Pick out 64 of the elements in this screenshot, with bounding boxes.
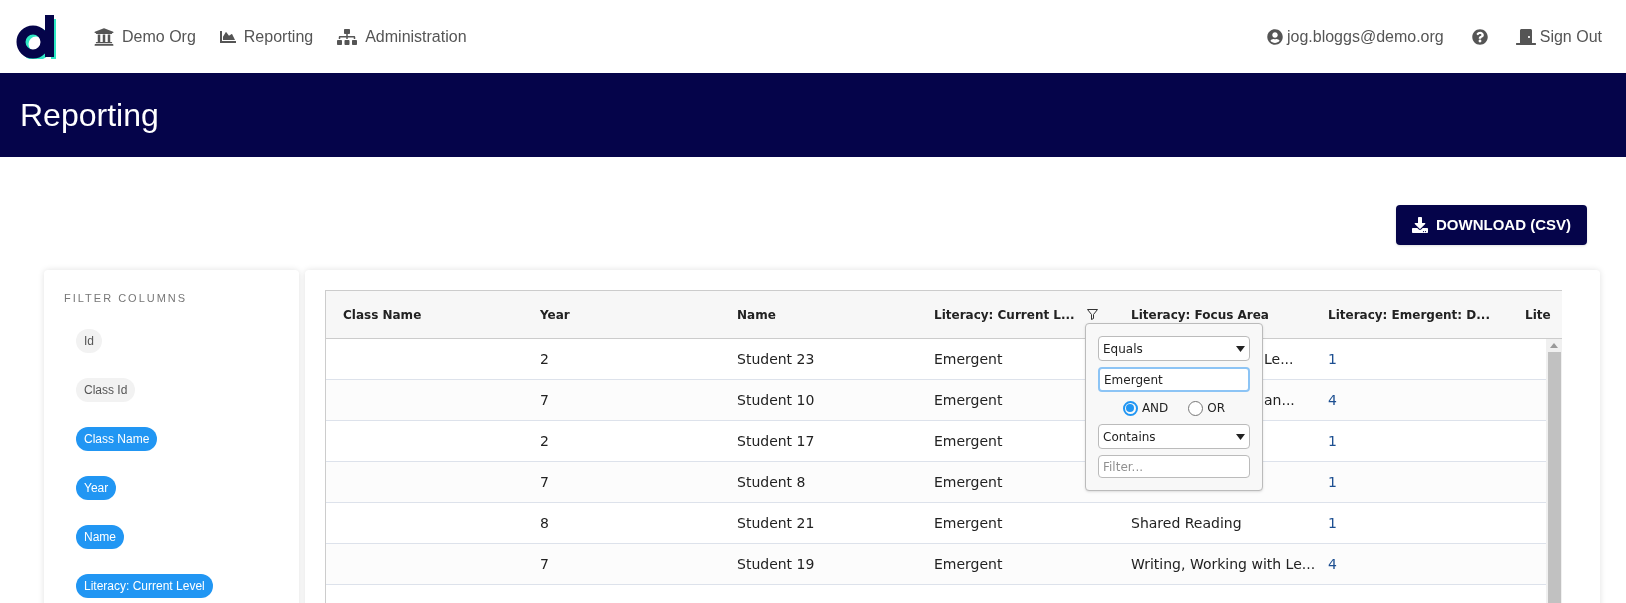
table-cell: Emergent bbox=[934, 555, 1003, 572]
table-cell: Writing, Working with Le... bbox=[1131, 555, 1316, 572]
table-cell: 1 bbox=[1328, 350, 1337, 367]
page-title: Reporting bbox=[20, 96, 159, 135]
caret-icon bbox=[1236, 345, 1245, 352]
filter-field[interactable]: Filter... bbox=[1098, 455, 1250, 478]
help-button[interactable] bbox=[1471, 28, 1488, 45]
sitemap-icon bbox=[337, 26, 358, 47]
column-header[interactable]: Literacy: Focus Area bbox=[1114, 305, 1311, 324]
scrollbar[interactable] bbox=[1546, 339, 1562, 603]
table-cell: 8 bbox=[540, 514, 549, 531]
table-cell: 1 bbox=[1328, 432, 1337, 449]
column-header[interactable]: Literacy: Emergent: D... bbox=[1311, 305, 1508, 324]
filter-icon[interactable] bbox=[1086, 309, 1098, 320]
column-chip[interactable]: Id bbox=[76, 328, 102, 353]
operator-select[interactable]: Contains bbox=[1098, 424, 1250, 449]
join-radio[interactable]: AND bbox=[1122, 399, 1169, 417]
column-header[interactable]: Literacy: Current L... bbox=[917, 305, 1114, 324]
nav-link[interactable]: Demo Org bbox=[94, 24, 196, 49]
filter-title: FILTER COLUMNS bbox=[64, 291, 189, 306]
table-cell: 7 bbox=[540, 391, 549, 408]
nav-link[interactable]: Administration bbox=[337, 24, 467, 49]
building-icon bbox=[94, 26, 114, 47]
table-cell: Student 23 bbox=[737, 350, 815, 367]
column-header[interactable]: Class Name bbox=[326, 305, 523, 324]
nav-link[interactable]: Reporting bbox=[219, 24, 314, 49]
download-button[interactable]: DOWNLOAD (CSV) bbox=[1396, 205, 1587, 245]
user-link[interactable]: jog.bloggs@demo.org bbox=[1266, 24, 1444, 49]
area-chart-icon bbox=[219, 28, 236, 45]
table-cell: Emergent bbox=[934, 391, 1003, 408]
table-cell: Emergent bbox=[934, 432, 1003, 449]
sign-out-link[interactable]: Sign Out bbox=[1515, 24, 1602, 49]
table-cell: an... bbox=[1264, 391, 1295, 408]
table-cell: 1 bbox=[1328, 514, 1337, 531]
table-cell: 4 bbox=[1328, 391, 1337, 408]
logo-icon bbox=[16, 14, 58, 59]
table-cell: Student 10 bbox=[737, 391, 815, 408]
column-chip[interactable]: Class Id bbox=[76, 377, 136, 402]
table-cell: Shared Reading bbox=[1131, 514, 1242, 531]
table-cell: Le... bbox=[1264, 350, 1294, 367]
filter-value-field[interactable]: Emergent bbox=[1098, 367, 1250, 392]
table-cell: Student 8 bbox=[737, 473, 806, 490]
table-cell: 1 bbox=[1328, 473, 1337, 490]
caret-icon bbox=[1236, 433, 1245, 440]
help-icon bbox=[1471, 28, 1488, 45]
download-icon bbox=[1412, 217, 1428, 233]
door-icon bbox=[1515, 26, 1536, 47]
table-cell: Emergent bbox=[934, 514, 1003, 531]
column-header[interactable]: Name bbox=[720, 305, 917, 324]
table-cell: Student 17 bbox=[737, 432, 815, 449]
table-cell: 2 bbox=[540, 432, 549, 449]
table-cell: Emergent bbox=[934, 473, 1003, 490]
column-header[interactable]: Year bbox=[523, 305, 720, 324]
table-cell: Student 19 bbox=[737, 555, 815, 572]
join-radio[interactable]: OR bbox=[1188, 399, 1226, 417]
table-cell: 4 bbox=[1328, 555, 1337, 572]
table-cell: 7 bbox=[540, 473, 549, 490]
table-cell: 7 bbox=[540, 555, 549, 572]
table-cell: 2 bbox=[540, 350, 549, 367]
operator-select[interactable]: Equals bbox=[1098, 336, 1250, 361]
table-cell: Student 21 bbox=[737, 514, 815, 531]
table-cell: Emergent bbox=[934, 350, 1003, 367]
column-header[interactable]: Lite bbox=[1508, 305, 1562, 324]
user-icon bbox=[1266, 28, 1283, 45]
